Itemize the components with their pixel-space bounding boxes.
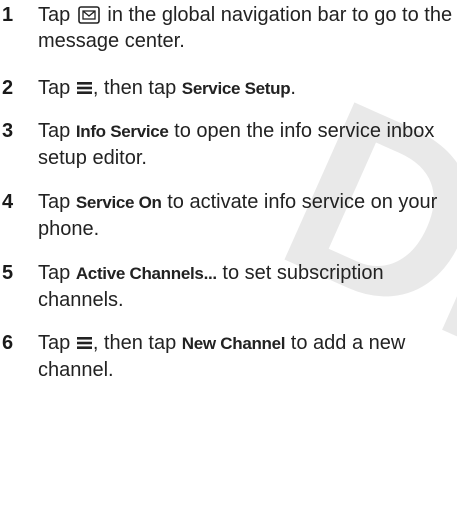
info-service-keyword: Info Service [75,122,169,141]
menu-icon [76,337,92,349]
step-text: Tap Active Channels... to set subscripti… [38,262,384,311]
step-text: Tap , then tap New Channel to add a new … [38,332,406,381]
active-channels-keyword: Active Channels... [75,264,217,283]
step-number: 3 [2,120,14,142]
step-number: 1 [2,4,14,26]
step-number: 4 [2,191,14,213]
step-number: 6 [2,332,14,354]
step-text: Tap in the global navigation bar to go t… [38,4,453,52]
new-channel-keyword: New Channel [181,334,286,353]
service-setup-keyword: Service Setup [181,79,291,98]
step-text: Tap Service On to activate info service … [38,191,438,240]
step-text: Tap Info Service to open the info servic… [38,120,435,169]
step-number: 5 [2,262,14,284]
message-center-icon [78,6,100,24]
step-number: 2 [2,77,14,99]
service-on-keyword: Service On [75,193,162,212]
menu-icon [76,82,92,94]
step-text: Tap , then tap Service Setup. [38,77,296,99]
